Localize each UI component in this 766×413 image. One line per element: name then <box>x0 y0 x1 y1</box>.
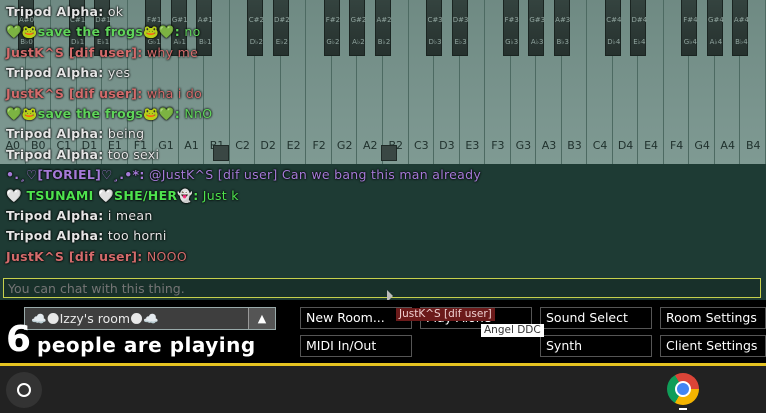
chrome-icon[interactable] <box>667 373 699 405</box>
chat-text: no <box>184 24 201 40</box>
chat-input[interactable] <box>3 278 761 298</box>
chat-nick[interactable]: JustK^S [dif user]: <box>6 86 143 101</box>
chat-nick[interactable]: Tripod Alpha: <box>6 126 104 141</box>
chat-log: Tripod Alpha: ok 💚🐸save the frogs🐸💚: no Ju… <box>6 2 746 267</box>
synth-button[interactable]: Synth <box>540 335 652 357</box>
chat-text: yes <box>107 65 131 81</box>
chat-text: too horni <box>107 228 167 244</box>
player-count-label: people are playing <box>37 333 256 357</box>
chat-text: i mean <box>107 207 153 223</box>
taskbar <box>0 366 766 413</box>
chat-message: Tripod Alpha: ok <box>6 2 746 22</box>
chat-nick[interactable]: Tripod Alpha: <box>6 208 104 223</box>
room-settings-button[interactable]: Room Settings <box>660 307 766 329</box>
sound-select-button[interactable]: Sound Select <box>540 307 652 329</box>
chat-text: why me <box>146 44 199 60</box>
chat-message: 💚🐸save the frogs🐸💚: no <box>6 22 746 42</box>
chat-text: NOOO <box>146 248 187 264</box>
launcher-button[interactable] <box>6 372 42 408</box>
chat-nick[interactable]: JustK^S [dif user]: <box>6 45 143 60</box>
chat-text: being <box>107 126 145 142</box>
chat-nick[interactable]: Tripod Alpha: <box>6 147 104 162</box>
chat-message: JustK^S [dif user]: NOOO <box>6 247 746 267</box>
chat-text: NnO <box>184 105 213 121</box>
chat-text: Just k <box>202 187 239 203</box>
chat-nick[interactable]: 🤍 TSUNAMI 🤍SHE/HER👻: <box>6 188 199 203</box>
player-count: 6 <box>6 319 32 360</box>
chat-nick[interactable]: 💚🐸save the frogs🐸💚: <box>6 24 180 39</box>
chat-text: too sexi <box>107 146 160 162</box>
midi-button[interactable]: MIDI In/Out <box>300 335 412 357</box>
chat-text: ok <box>107 4 124 19</box>
chat-nick[interactable]: •.¸♡[TORIEL]♡¸.•*: <box>6 167 145 182</box>
launcher-circle-icon <box>17 383 31 397</box>
client-settings-button[interactable]: Client Settings <box>660 335 766 357</box>
chat-nick[interactable]: Tripod Alpha: <box>6 4 104 19</box>
chat-message: 💚🐸save the frogs🐸💚: NnO <box>6 104 746 124</box>
chat-message: 🤍 TSUNAMI 🤍SHE/HER👻: Just k <box>6 186 746 206</box>
chat-text: wha i do <box>146 85 203 101</box>
chat-message: JustK^S [dif user]: why me <box>6 43 746 63</box>
cursor-tag-angel: Angel DDC <box>481 324 544 337</box>
chat-message: Tripod Alpha: too horni <box>6 226 746 246</box>
chat-message: Tripod Alpha: yes <box>6 63 746 83</box>
chevron-up-icon[interactable]: ▲ <box>248 308 275 329</box>
chat-nick[interactable]: 💚🐸save the frogs🐸💚: <box>6 106 180 121</box>
room-select[interactable]: ☁️🌑Izzy's room🌑☁️ ▲ <box>24 307 276 330</box>
chat-message: Tripod Alpha: too sexi <box>6 145 746 165</box>
chat-text: @JustK^S [dif user] Can we bang this man… <box>148 167 482 183</box>
cursor-tag-justk: JustK^S [dif user] <box>396 308 495 321</box>
chat-message: •.¸♡[TORIEL]♡¸.•*: @JustK^S [dif user] C… <box>6 165 746 185</box>
chat-message: JustK^S [dif user]: wha i do <box>6 84 746 104</box>
chat-nick[interactable]: JustK^S [dif user]: <box>6 249 143 264</box>
chat-message: Tripod Alpha: i mean <box>6 206 746 226</box>
chat-nick[interactable]: Tripod Alpha: <box>6 65 104 80</box>
chat-nick[interactable]: Tripod Alpha: <box>6 228 104 243</box>
room-name: ☁️🌑Izzy's room🌑☁️ <box>31 311 159 326</box>
app-running-indicator <box>679 408 687 410</box>
chat-message: Tripod Alpha: being <box>6 124 746 144</box>
